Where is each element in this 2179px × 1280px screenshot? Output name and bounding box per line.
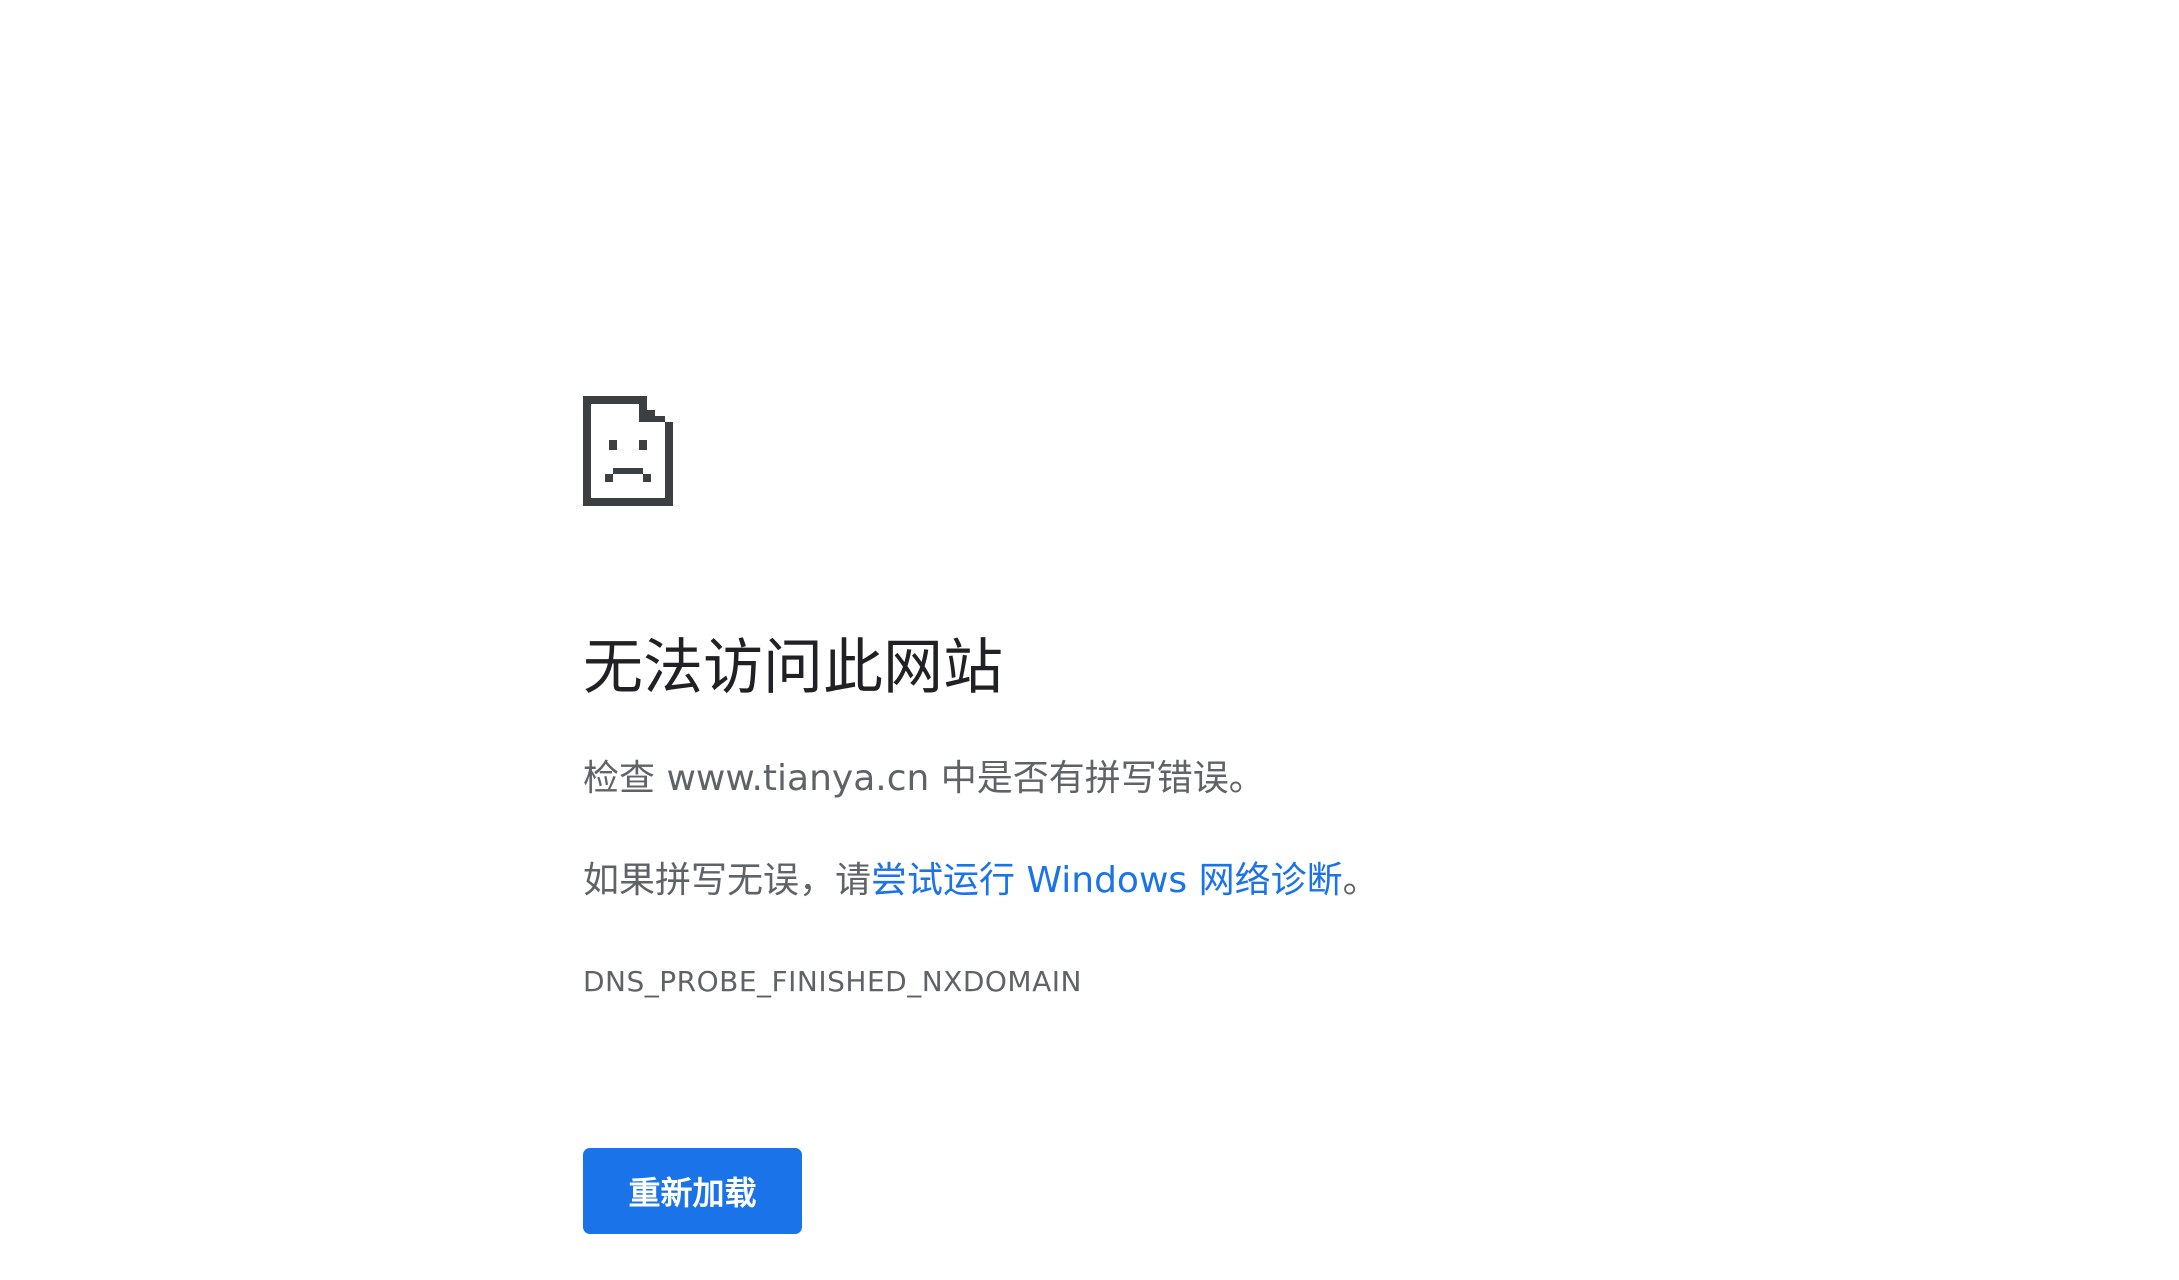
suggestion-prefix: 如果拼写无误，请 [583,860,872,901]
domain-text: www.tianya.cn [666,758,930,799]
error-code: DNS_PROBE_FINISHED_NXDOMAIN [583,965,1082,998]
network-diagnostics-link[interactable]: 尝试运行 Windows 网络诊断 [871,860,1343,901]
suggestion-suffix: 。 [1342,860,1379,901]
spelling-check-message: 检查 www.tianya.cn 中是否有拼写错误。 [583,754,1265,804]
page-title: 无法访问此网站 [583,633,1003,703]
check-prefix: 检查 [583,758,667,799]
suggestion-message: 如果拼写无误，请尝试运行 Windows 网络诊断。 [583,856,1379,906]
check-suffix: 中是否有拼写错误。 [929,758,1265,799]
reload-button[interactable]: 重新加载 [583,1148,802,1234]
sad-page-icon [583,396,673,506]
